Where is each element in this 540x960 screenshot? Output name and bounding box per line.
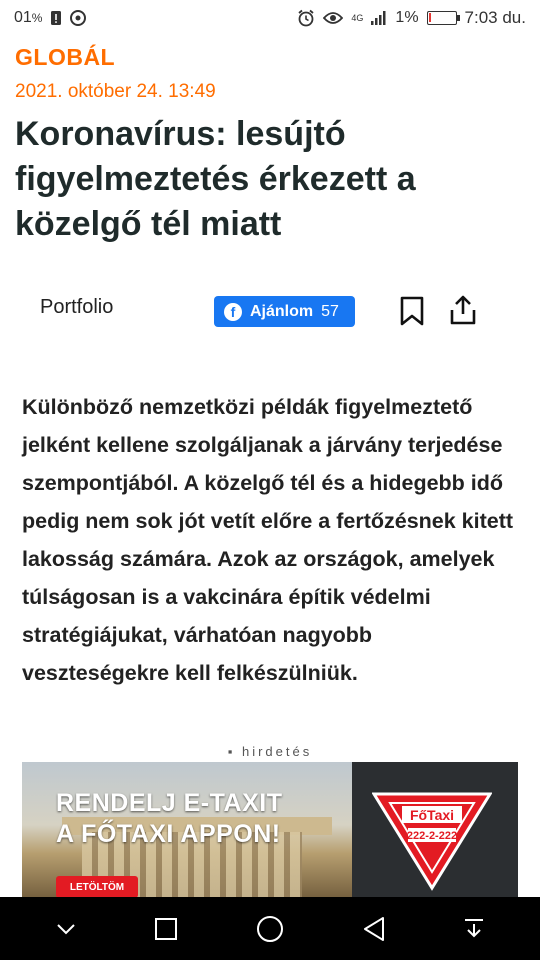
chevron-down-icon[interactable]: [55, 922, 77, 936]
status-left-number: 01: [14, 9, 32, 26]
ad-headline: RENDELJ E-TAXIT A FŐTAXI APPON!: [56, 788, 283, 850]
sim-alert-icon: [51, 11, 62, 25]
fotaxi-logo-text: FőTaxi: [410, 807, 454, 823]
status-left-sub: %: [31, 11, 43, 25]
fotaxi-logo: FőTaxi 222-2-222: [372, 792, 492, 891]
chrome-icon: [70, 10, 87, 26]
ad-label-text: hirdetés: [241, 744, 313, 759]
battery-level: [428, 13, 431, 22]
status-left: 01%: [14, 9, 87, 27]
status-left-text: 01%: [14, 9, 42, 27]
download-icon[interactable]: [463, 917, 485, 941]
facebook-like-button[interactable]: f Ajánlom 57: [214, 296, 355, 327]
like-label: Ajánlom: [250, 302, 314, 320]
status-bar: 01% 4G 1% 7:03 du.: [0, 0, 540, 36]
signal-icon: [371, 11, 386, 25]
ad-label: ▪ hirdetés: [227, 744, 313, 759]
alarm-icon: [298, 9, 314, 27]
status-right: 4G 1% 7:03 du.: [297, 8, 526, 28]
eye-icon: [323, 12, 344, 24]
article-lead: Különböző nemzetközi példák figyelmeztet…: [22, 395, 514, 685]
triangle-back-icon[interactable]: [362, 916, 386, 942]
section-label[interactable]: GLOBÁL: [15, 44, 115, 71]
circle-icon[interactable]: [256, 915, 284, 943]
article-date: 2021. október 24. 13:49: [15, 81, 216, 102]
like-count: 57: [321, 302, 339, 320]
battery-icon: [426, 11, 460, 25]
facebook-icon: f: [224, 302, 242, 321]
status-time: 7:03 du.: [464, 8, 526, 27]
article-source[interactable]: Portfolio: [40, 296, 113, 319]
ad-headline-line1: RENDELJ E-TAXIT: [56, 789, 283, 817]
ad-download-button[interactable]: LETÖLTÖM: [56, 876, 138, 898]
network-type: 4G: [351, 12, 364, 23]
share-icon[interactable]: [448, 294, 478, 326]
fotaxi-phone: 222-2-222: [407, 830, 457, 842]
battery-percent: 1%: [395, 9, 419, 26]
ad-banner[interactable]: RENDELJ E-TAXIT A FŐTAXI APPON! LETÖLTÖM…: [22, 762, 518, 902]
article-title: Koronavírus: lesújtó figyelmeztetés érke…: [15, 115, 416, 243]
square-icon[interactable]: [154, 917, 178, 941]
system-nav-bar: [0, 897, 540, 960]
bookmark-icon[interactable]: [398, 296, 426, 326]
ad-headline-line2: A FŐTAXI APPON!: [56, 820, 281, 848]
